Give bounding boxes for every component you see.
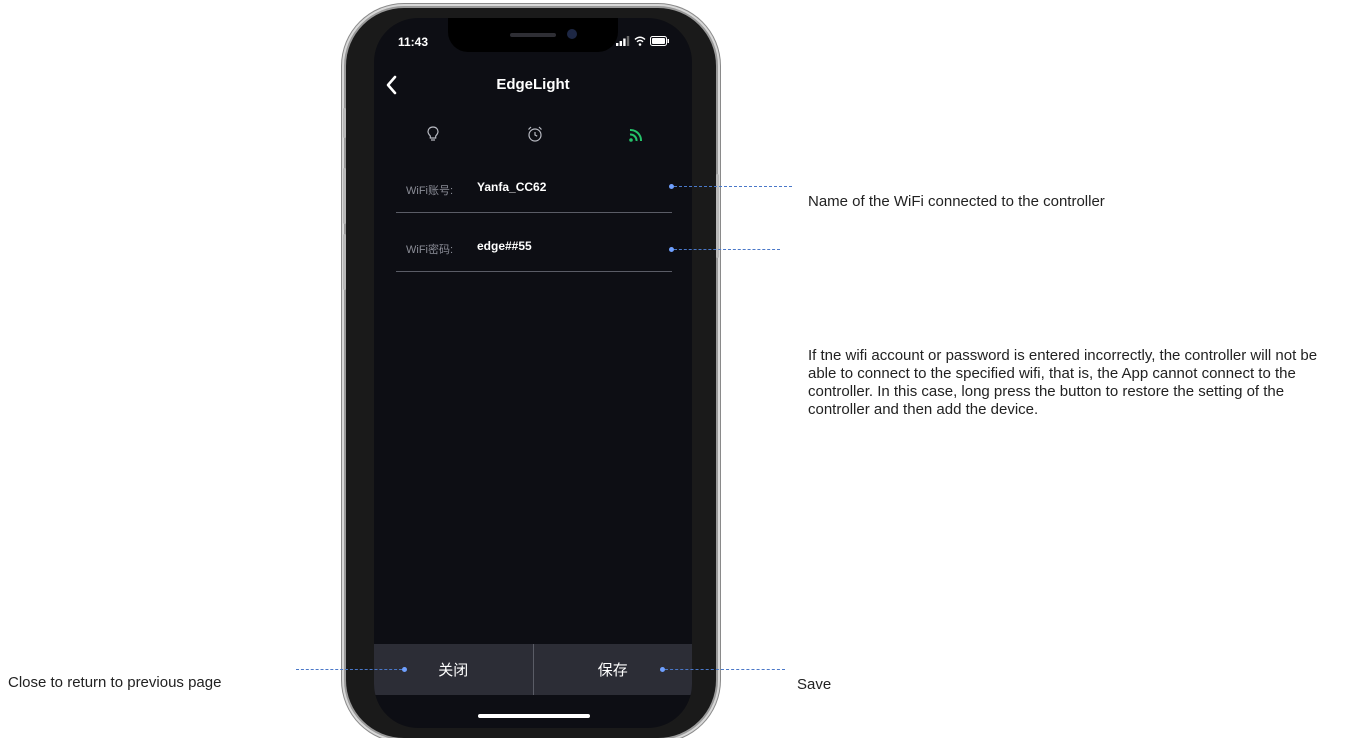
phone-volume-down-button xyxy=(343,234,346,290)
wifi-password-value[interactable]: edge##55 xyxy=(477,239,532,253)
wifi-password-label: WiFi密码: xyxy=(406,244,454,256)
front-camera xyxy=(567,29,577,39)
notch xyxy=(448,18,618,52)
wifi-signal-icon[interactable] xyxy=(624,122,648,146)
phone-screen: 11:43 EdgeLight WiFi账号: Yanfa_CC62 WiFi密… xyxy=(374,18,692,728)
annotation-close: Close to return to previous page xyxy=(8,674,222,691)
lightbulb-icon[interactable] xyxy=(421,122,445,146)
annotation-save: Save xyxy=(797,676,832,693)
phone-volume-up-button xyxy=(343,168,346,224)
wifi-status-icon xyxy=(634,36,646,46)
status-time: 11:43 xyxy=(398,35,429,49)
speaker xyxy=(510,33,556,37)
wifi-account-value[interactable]: Yanfa_CC62 xyxy=(477,180,546,194)
annotation-line xyxy=(665,669,785,670)
wifi-account-label: WiFi账号: xyxy=(406,185,454,197)
battery-icon xyxy=(650,36,669,46)
annotation-line xyxy=(296,669,402,670)
annotation-line xyxy=(674,249,780,250)
wifi-account-field[interactable]: WiFi账号: Yanfa_CC62 xyxy=(396,168,672,213)
page-title: EdgeLight xyxy=(496,76,570,93)
annotation-line xyxy=(674,186,792,187)
annotation-dot xyxy=(402,667,407,672)
annotation-wifi-error: If tne wifi account or password is enter… xyxy=(808,347,1318,418)
annotation-wifi-name: Name of the WiFi connected to the contro… xyxy=(808,193,1105,210)
bottom-action-bar: 关闭 保存 xyxy=(374,644,692,695)
wifi-password-field[interactable]: WiFi密码: edge##55 xyxy=(396,227,672,272)
status-icons xyxy=(616,36,670,46)
cellular-signal-icon xyxy=(616,36,630,46)
alarm-clock-icon[interactable] xyxy=(523,122,547,146)
phone-side-button xyxy=(343,108,346,138)
